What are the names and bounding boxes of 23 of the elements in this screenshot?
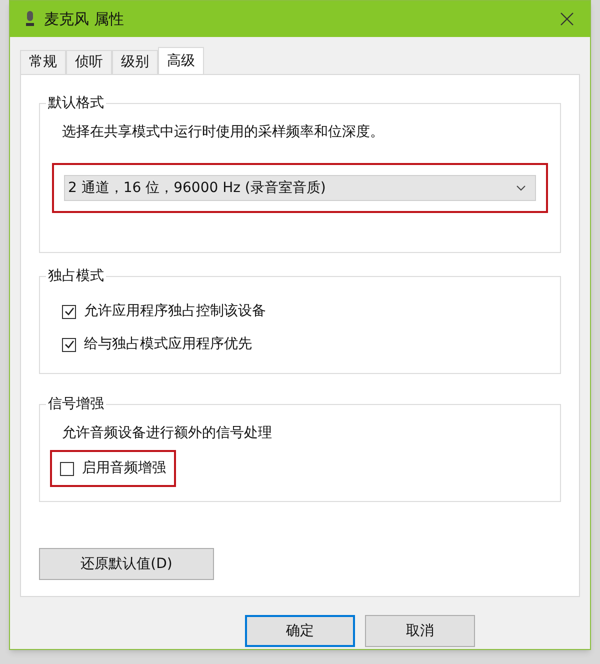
dialog-button[interactable]: 取消 [365,615,475,647]
chevron-down-icon [516,185,526,191]
dialog-button[interactable]: 确定 [245,615,355,647]
restore-defaults-button[interactable]: 还原默认值(D) [39,548,214,580]
tab[interactable]: 侦听 [66,50,112,74]
checkbox[interactable] [62,304,76,318]
tab[interactable]: 常规 [20,50,66,74]
format-dropdown[interactable]: 2 通道，16 位，96000 Hz (录音室音质) [64,175,536,201]
checkmark-icon [64,306,74,317]
dropdown-value: 2 通道，16 位，96000 Hz (录音室音质) [68,178,326,198]
checkbox[interactable] [60,462,74,476]
tab[interactable]: 级别 [112,50,158,74]
description-text: 选择在共享模式中运行时使用的采样频率和位深度。 [62,123,385,142]
checkmark-icon [64,339,74,350]
description-text: 允许音频设备进行额外的信号处理 [62,424,273,443]
checkbox-label[interactable]: 给与独占模式应用程序优先 [84,334,252,355]
window-title: 麦克风 属性 [44,8,125,30]
checkbox[interactable] [62,338,76,352]
microphone-icon [24,10,36,28]
checkbox-label[interactable]: 启用音频增强 [82,458,166,479]
close-icon [560,12,574,26]
checkbox-label[interactable]: 允许应用程序独占控制该设备 [84,301,266,322]
tab[interactable]: 高级 [158,47,204,75]
